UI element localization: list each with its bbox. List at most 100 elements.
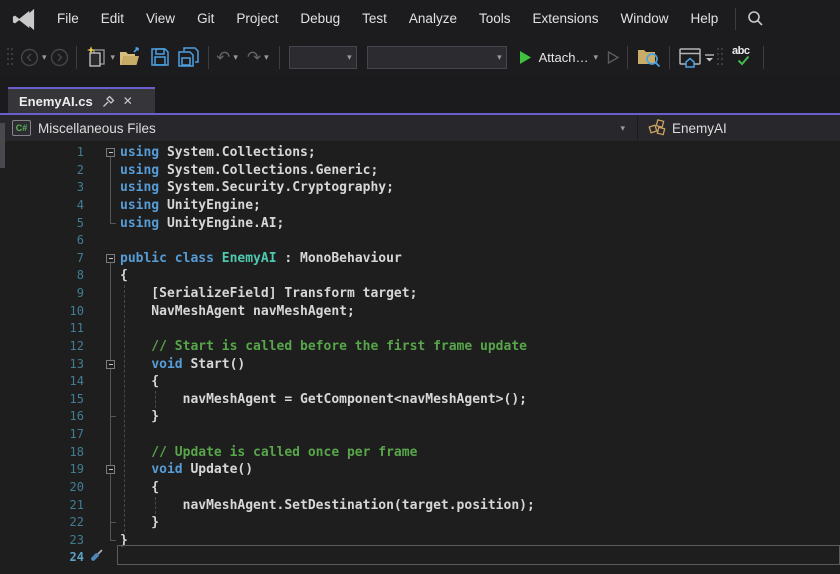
- search-icon[interactable]: [745, 9, 765, 29]
- code-editor[interactable]: 1using System.Collections;2using System.…: [0, 141, 840, 574]
- outline-margin: [102, 320, 120, 338]
- indent-guide: [155, 391, 156, 409]
- code-line[interactable]: 2using System.Collections.Generic;: [0, 162, 840, 180]
- toolbar-overflow-button[interactable]: [703, 43, 716, 71]
- line-number: 4: [0, 197, 86, 215]
- menu-item-extensions[interactable]: Extensions: [521, 0, 609, 38]
- collapse-box[interactable]: [102, 461, 120, 479]
- menu-item-debug[interactable]: Debug: [289, 0, 351, 38]
- attach-run-button[interactable]: Attach… ▾: [519, 43, 601, 71]
- code-line[interactable]: 15 navMeshAgent = GetComponent<navMeshAg…: [0, 391, 840, 409]
- save-button[interactable]: [149, 43, 171, 71]
- tab-enemyai[interactable]: EnemyAI.cs ✕: [8, 87, 155, 113]
- outline-margin: [102, 179, 120, 197]
- quick-actions-screwdriver-icon[interactable]: [88, 547, 105, 564]
- start-without-debugging-button[interactable]: [607, 43, 620, 71]
- navigate-back-button[interactable]: [20, 43, 39, 71]
- attach-dropdown[interactable]: ▾: [593, 52, 598, 62]
- code-line[interactable]: 20 {: [0, 479, 840, 497]
- code-line[interactable]: 10 NavMeshAgent navMeshAgent;: [0, 303, 840, 321]
- new-project-dropdown[interactable]: ▾: [111, 52, 116, 62]
- code-line[interactable]: 5using UnityEngine.AI;: [0, 215, 840, 233]
- code-text: // Update is called once per frame: [120, 444, 840, 462]
- menu-item-git[interactable]: Git: [186, 0, 225, 38]
- code-text: using System.Collections;: [120, 144, 840, 162]
- code-line[interactable]: 1using System.Collections;: [0, 144, 840, 162]
- undo-button[interactable]: ↶: [216, 49, 230, 66]
- project-dropdown[interactable]: C# Miscellaneous Files ▾: [0, 115, 637, 141]
- code-line[interactable]: 19 void Update(): [0, 461, 840, 479]
- find-in-files-button[interactable]: [635, 43, 662, 71]
- code-line[interactable]: 17: [0, 426, 840, 444]
- navigate-back-dropdown[interactable]: ▾: [42, 52, 47, 62]
- code-text: public class EnemyAI : MonoBehaviour: [120, 250, 840, 268]
- menu-item-view[interactable]: View: [135, 0, 186, 38]
- type-dropdown[interactable]: EnemyAI: [638, 115, 727, 141]
- menu-item-project[interactable]: Project: [225, 0, 289, 38]
- code-text: // Start is called before the first fram…: [120, 338, 840, 356]
- code-line[interactable]: 22 }: [0, 514, 840, 532]
- code-line[interactable]: 12 // Start is called before the first f…: [0, 338, 840, 356]
- current-line-highlight: [117, 545, 840, 565]
- new-project-button[interactable]: [84, 43, 108, 71]
- navigate-forward-button[interactable]: [50, 43, 69, 71]
- code-line[interactable]: 18 // Update is called once per frame: [0, 444, 840, 462]
- code-line[interactable]: 13 void Start(): [0, 356, 840, 374]
- line-number: 13: [0, 356, 86, 374]
- line-number: 7: [0, 250, 86, 268]
- code-line[interactable]: 7 public class EnemyAI : MonoBehaviour: [0, 250, 840, 268]
- code-line[interactable]: 4using UnityEngine;: [0, 197, 840, 215]
- glyph-margin: [86, 373, 102, 391]
- line-number: 6: [0, 232, 86, 250]
- solution-explorer-button[interactable]: [677, 43, 703, 71]
- platform-combobox[interactable]: ▾: [367, 46, 507, 69]
- menu-item-file[interactable]: File: [46, 0, 90, 38]
- code-line[interactable]: 9 [SerializeField] Transform target;: [0, 285, 840, 303]
- collapse-box[interactable]: [102, 356, 120, 374]
- menu-item-analyze[interactable]: Analyze: [398, 0, 468, 38]
- redo-button[interactable]: ↷: [247, 49, 261, 66]
- outline-margin: [102, 197, 120, 215]
- redo-dropdown[interactable]: ▾: [264, 52, 269, 62]
- code-line[interactable]: 21 navMeshAgent.SetDestination(target.po…: [0, 497, 840, 515]
- code-line[interactable]: 11: [0, 320, 840, 338]
- outline-margin: [102, 232, 120, 250]
- outline-margin: [102, 338, 120, 356]
- line-number: 16: [0, 408, 86, 426]
- menu-bar: FileEditViewGitProjectDebugTestAnalyzeTo…: [0, 0, 840, 38]
- menu-item-tools[interactable]: Tools: [468, 0, 522, 38]
- configuration-combobox[interactable]: ▾: [289, 46, 357, 69]
- undo-dropdown[interactable]: ▾: [233, 52, 238, 62]
- toolbar-grip[interactable]: [716, 45, 724, 69]
- collapse-box[interactable]: [102, 250, 120, 268]
- spell-check-icon[interactable]: abc: [730, 45, 756, 69]
- open-file-button[interactable]: [118, 43, 143, 71]
- chevron-down-icon: ▾: [347, 52, 352, 62]
- pin-icon[interactable]: [102, 95, 115, 108]
- toolbar-grip[interactable]: [6, 45, 14, 69]
- code-line[interactable]: 8{: [0, 267, 840, 285]
- line-number: 23: [0, 532, 86, 550]
- menu-item-edit[interactable]: Edit: [90, 0, 135, 38]
- glyph-margin: [86, 144, 102, 162]
- line-number: 22: [0, 514, 86, 532]
- code-line[interactable]: 14 {: [0, 373, 840, 391]
- glyph-margin: [86, 250, 102, 268]
- outline-margin: [102, 162, 120, 180]
- line-number: 20: [0, 479, 86, 497]
- left-edge-scrollbar-thumb[interactable]: [0, 123, 5, 168]
- indent-guide: [155, 497, 156, 515]
- outline-margin: [102, 426, 120, 444]
- code-line[interactable]: 3using System.Security.Cryptography;: [0, 179, 840, 197]
- code-text: [120, 426, 840, 444]
- save-all-button[interactable]: [177, 43, 201, 71]
- menu-item-window[interactable]: Window: [610, 0, 680, 38]
- outline-margin: [102, 373, 120, 391]
- close-icon[interactable]: ✕: [123, 94, 133, 108]
- code-line[interactable]: 6: [0, 232, 840, 250]
- menu-item-test[interactable]: Test: [351, 0, 398, 38]
- glyph-margin: [86, 179, 102, 197]
- collapse-box[interactable]: [102, 144, 120, 162]
- code-line[interactable]: 16 }: [0, 408, 840, 426]
- menu-item-help[interactable]: Help: [680, 0, 730, 38]
